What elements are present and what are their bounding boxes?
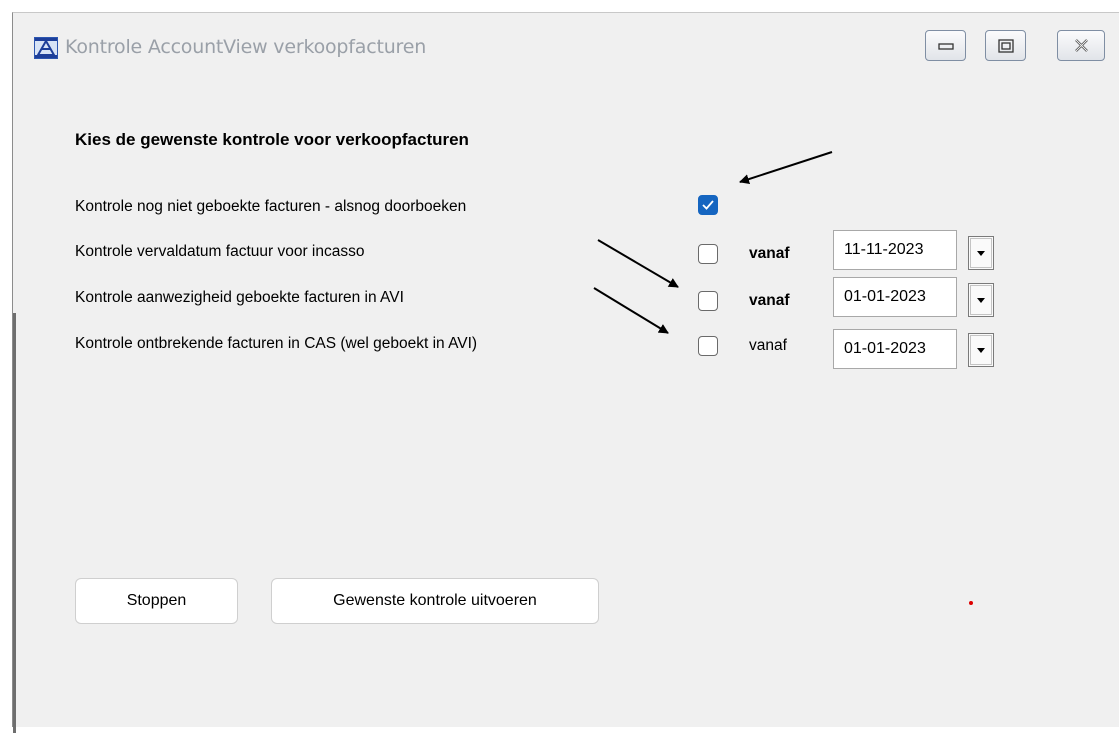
- row-label-vervaldatum: Kontrole vervaldatum factuur voor incass…: [75, 243, 365, 260]
- vanaf-label: vanaf: [749, 292, 790, 309]
- row-label-aanwezigheid: Kontrole aanwezigheid geboekte facturen …: [75, 289, 404, 306]
- close-button[interactable]: [1057, 30, 1105, 61]
- window-left-edge: [13, 313, 16, 733]
- date-value: 01-01-2023: [844, 288, 926, 305]
- row-label-niet-geboekt: Kontrole nog niet geboekte facturen - al…: [75, 198, 467, 215]
- chevron-down-icon: [977, 348, 985, 353]
- close-icon: [1075, 39, 1088, 52]
- dialog-heading: Kies de gewenste kontrole voor verkoopfa…: [75, 130, 469, 149]
- app-window: Kontrole AccountView verkoopfacturen Kie…: [12, 12, 1119, 733]
- vanaf-label: vanaf: [749, 245, 790, 262]
- row-label-ontbrekend: Kontrole ontbrekende facturen in CAS (we…: [75, 335, 478, 352]
- date-input-vervaldatum[interactable]: 11-11-2023: [833, 230, 957, 270]
- red-dot-marker: [969, 601, 973, 605]
- stop-button[interactable]: Stoppen: [75, 578, 238, 624]
- checkmark-icon: [702, 200, 714, 210]
- date-dropdown-button[interactable]: [968, 236, 994, 270]
- date-input-aanwezigheid[interactable]: 01-01-2023: [833, 277, 957, 317]
- date-input-ontbrekend[interactable]: 01-01-2023: [833, 329, 957, 369]
- date-dropdown-button[interactable]: [968, 333, 994, 367]
- run-check-button[interactable]: Gewenste kontrole uitvoeren: [271, 578, 599, 624]
- maximize-button[interactable]: [985, 30, 1026, 61]
- minimize-button[interactable]: [925, 30, 966, 61]
- checkbox-aanwezigheid[interactable]: [698, 291, 718, 311]
- checkbox-niet-geboekt[interactable]: [698, 195, 718, 215]
- title-bar[interactable]: Kontrole AccountView verkoopfacturen: [13, 13, 1119, 73]
- minimize-icon: [938, 43, 954, 50]
- chevron-down-icon: [977, 298, 985, 303]
- checkbox-vervaldatum[interactable]: [698, 244, 718, 264]
- date-value: 11-11-2023: [844, 241, 924, 258]
- window-title: Kontrole AccountView verkoopfacturen: [65, 36, 427, 58]
- date-dropdown-button[interactable]: [968, 283, 994, 317]
- date-value: 01-01-2023: [844, 340, 926, 357]
- vanaf-label: vanaf: [749, 337, 787, 354]
- checkbox-ontbrekend[interactable]: [698, 336, 718, 356]
- maximize-icon: [998, 39, 1014, 53]
- chevron-down-icon: [977, 251, 985, 256]
- app-icon[interactable]: [34, 37, 58, 59]
